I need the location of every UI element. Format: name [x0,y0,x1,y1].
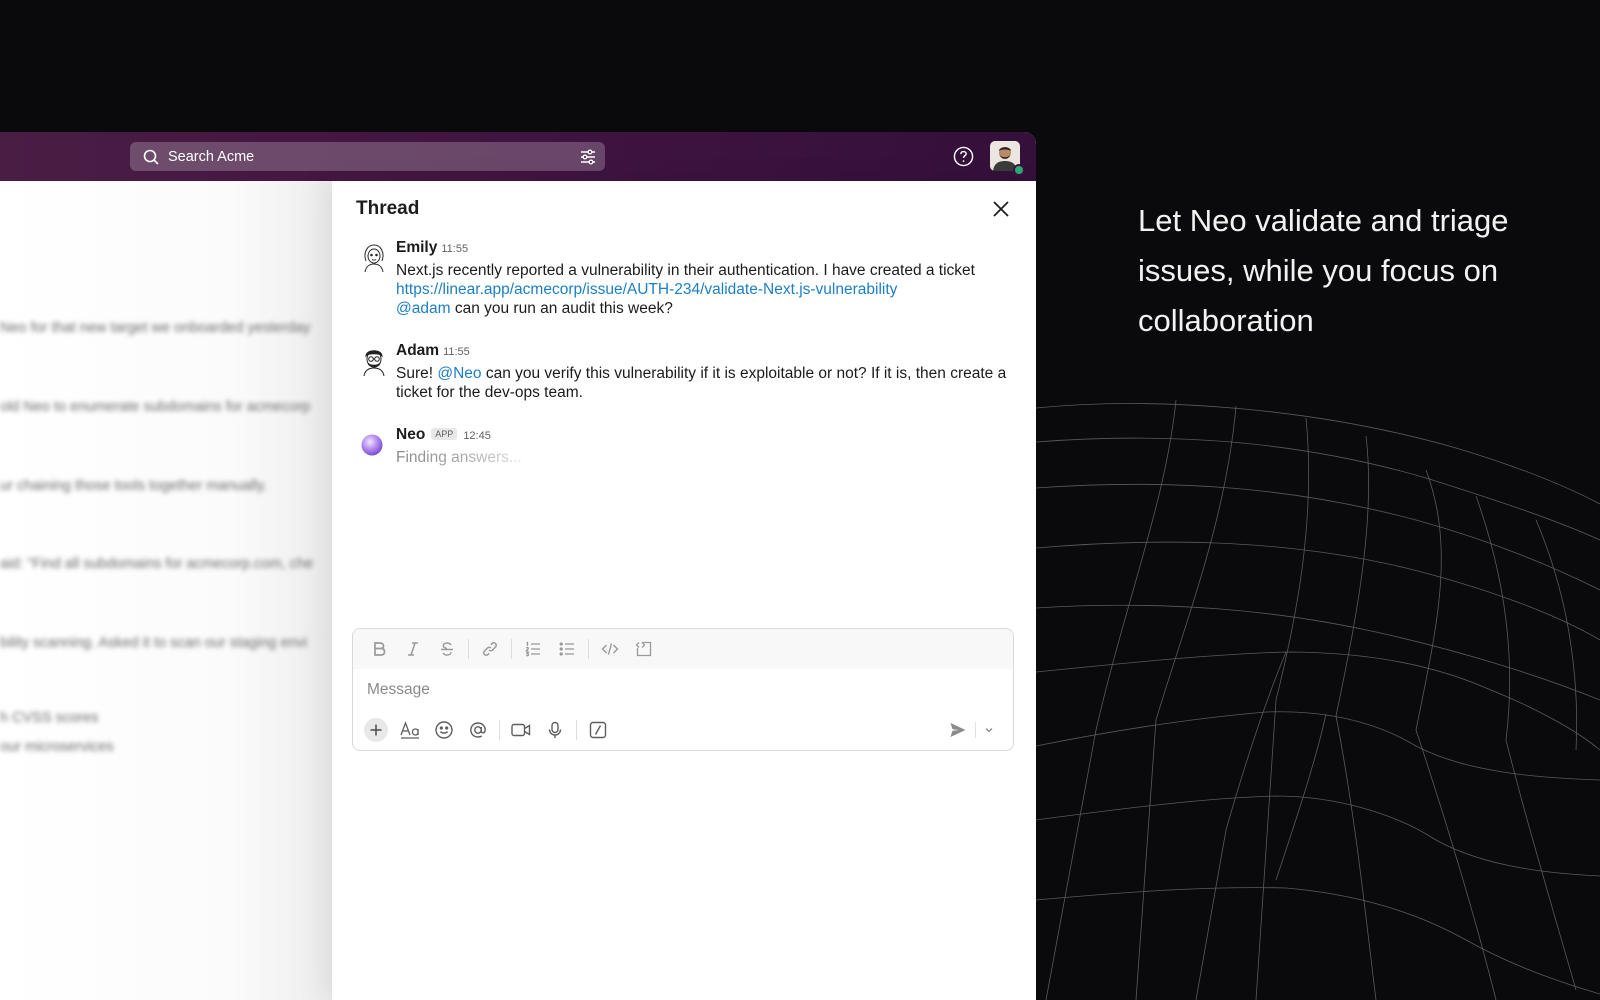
app-window: Search Acme Neo for that new target we o… [0,132,1036,1000]
ticket-link[interactable]: https://linear.app/acmecorp/issue/AUTH-2… [396,281,897,298]
toolbar-divider [499,720,500,740]
help-icon[interactable] [953,146,974,167]
bold-icon [374,642,386,656]
send-icon [950,723,966,737]
code-block-icon [635,641,652,657]
message-input[interactable] [367,681,927,699]
sender-name[interactable]: Emily [396,239,437,257]
strikethrough-icon [441,642,453,656]
mention-button[interactable] [461,716,495,744]
message-timestamp[interactable]: 11:55 [443,346,470,358]
promo-headline: Let Neo validate and triage issues, whil… [1138,203,1509,338]
emily-avatar [356,239,392,275]
thread-message: Neo APP 12:45 Finding answers... [356,426,1016,467]
message-text-part: can you run an audit this week? [450,300,673,317]
thread-message: Adam 11:55 Sure! @Neo can you verify thi… [356,342,1016,402]
at-sign-icon [470,722,486,738]
emoji-button[interactable] [427,716,461,744]
link-icon [483,642,497,656]
code-block-button[interactable] [627,635,661,663]
link-button[interactable] [473,635,507,663]
app-badge: APP [431,428,458,440]
presence-status-dot [1013,164,1025,176]
send-divider [975,722,976,738]
video-clip-button[interactable] [504,716,538,744]
toolbar-divider [468,639,469,659]
message-text-part: can you verify this vulnerability if it … [396,365,1007,401]
formatting-toggle-button[interactable] [393,716,427,744]
filter-sliders-icon[interactable] [579,148,597,166]
code-button[interactable] [593,635,627,663]
blurred-message-line: bility scanning. Asked it to scan our st… [0,635,308,651]
user-avatar[interactable] [990,141,1025,176]
composer-action-bar [359,716,615,744]
blurred-message-line: our microservices [0,739,114,755]
thread-panel: Thread Emily 11:55 Next.js recently repo [332,181,1036,1000]
italic-button[interactable] [396,635,430,663]
sender-name[interactable]: Neo [396,426,425,444]
bold-button[interactable] [362,635,396,663]
blurred-message-line: Neo for that new target we onboarded yes… [0,320,311,336]
wireframe-mesh-graphic [1036,400,1600,1000]
attach-plus-button[interactable] [359,716,393,744]
formatting-toolbar [353,629,1013,669]
ordered-list-button[interactable] [516,635,550,663]
microphone-icon [548,721,562,738]
search-icon [143,149,159,165]
code-icon [601,643,619,655]
toolbar-divider [511,639,512,659]
strikethrough-button[interactable] [430,635,464,663]
blurred-message-line: h CVSS scores [0,710,99,726]
message-text: Next.js recently reported a vulnerabilit… [396,261,1016,318]
neo-orb-avatar [361,434,383,456]
search-placeholder: Search Acme [168,148,255,165]
sender-name[interactable]: Adam [396,342,439,360]
emoji-icon [435,721,453,739]
toolbar-divider [588,639,589,659]
text-format-aa-icon [400,721,419,739]
message-composer [352,628,1014,751]
send-options-dropdown[interactable] [979,716,999,744]
bulleted-list-button[interactable] [550,635,584,663]
message-text: Sure! @Neo can you verify this vulnerabi… [396,364,1016,402]
video-camera-icon [511,723,531,737]
message-timestamp[interactable]: 12:45 [463,430,491,442]
finding-answers-status: Finding answers... [396,449,522,466]
blurred-message-line: ur chaining those tools together manuall… [0,478,268,494]
italic-icon [408,642,418,656]
slash-command-button[interactable] [581,716,615,744]
message-text-part: Next.js recently reported a vulnerabilit… [396,262,975,279]
toolbar-divider [576,720,577,740]
message-timestamp[interactable]: 11:55 [441,243,468,255]
blurred-channel-pane: Neo for that new target we onboarded yes… [0,181,332,1000]
top-bar: Search Acme [0,132,1036,181]
message-text-part: Sure! [396,365,438,382]
plus-icon [370,724,382,736]
blurred-message-line: aid: "Find all subdomains for acmecorp.c… [0,556,314,572]
bulleted-list-icon [559,642,574,656]
search-bar[interactable]: Search Acme [130,142,605,171]
thread-title: Thread [356,198,420,219]
mention-neo[interactable]: @Neo [437,365,481,382]
thread-message: Emily 11:55 Next.js recently reported a … [356,239,1016,318]
adam-avatar [356,342,392,378]
chevron-down-icon [985,728,993,733]
audio-clip-button[interactable] [538,716,572,744]
slash-command-icon [589,721,607,739]
blurred-message-line: old Neo to enumerate subdomains for acme… [0,399,311,415]
ordered-list-icon [525,641,540,657]
close-icon[interactable] [990,198,1012,220]
mention-adam[interactable]: @adam [396,300,451,317]
send-button[interactable] [943,716,973,744]
